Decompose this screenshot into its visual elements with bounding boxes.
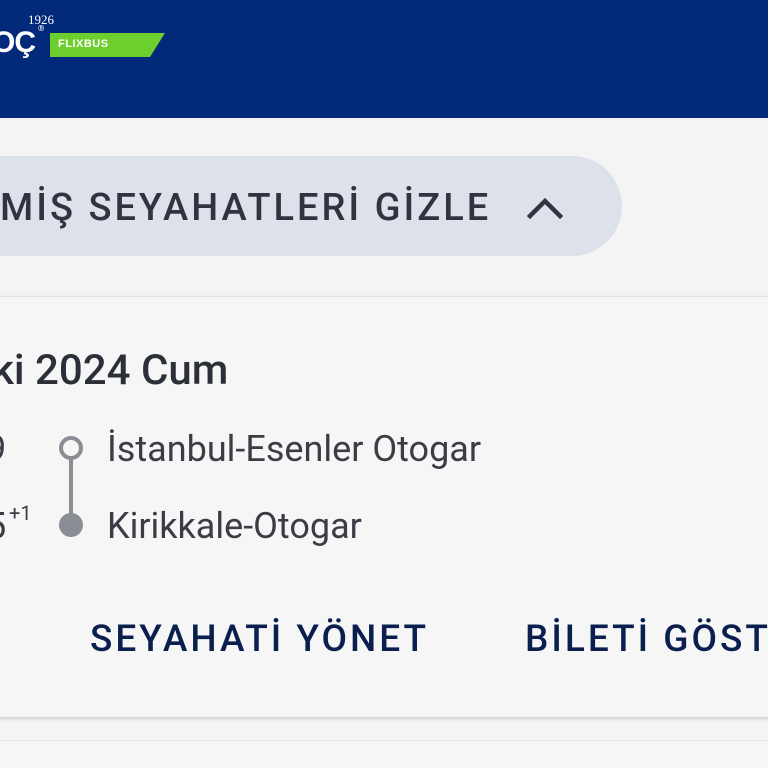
logo-registered-mark: ® <box>38 24 45 33</box>
show-ticket-button[interactable]: BİLETİ GÖST <box>525 618 768 661</box>
manage-trip-button[interactable]: SEYAHATİ YÖNET <box>90 618 429 661</box>
hide-past-trips-button[interactable]: MİŞ SEYAHATLERİ GİZLE <box>0 156 622 256</box>
arrival-time: 5 <box>0 505 6 547</box>
page: 1926 OÇ ® FLIXBUS MİŞ SEYAHATLERİ GİZLE … <box>0 0 768 768</box>
trip-date: ki 2024 Cum <box>0 346 229 395</box>
flixbus-badge: FLIXBUS <box>50 33 165 57</box>
chevron-up-icon <box>526 197 564 220</box>
destination-station: Kirikkale-Otogar <box>107 505 362 547</box>
app-header: 1926 OÇ ® FLIXBUS <box>0 0 768 118</box>
flixbus-badge-label: FLIXBUS <box>58 38 109 50</box>
route-timeline-icon <box>59 436 83 537</box>
arrival-day-offset: +1 <box>9 501 32 525</box>
origin-station: İstanbul-Esenler Otogar <box>107 428 482 470</box>
hide-past-trips-label: MİŞ SEYAHATLERİ GİZLE <box>0 186 492 230</box>
brand-logo: OÇ <box>0 26 36 59</box>
next-trip-card <box>0 740 768 768</box>
departure-time: 9 <box>0 428 6 470</box>
